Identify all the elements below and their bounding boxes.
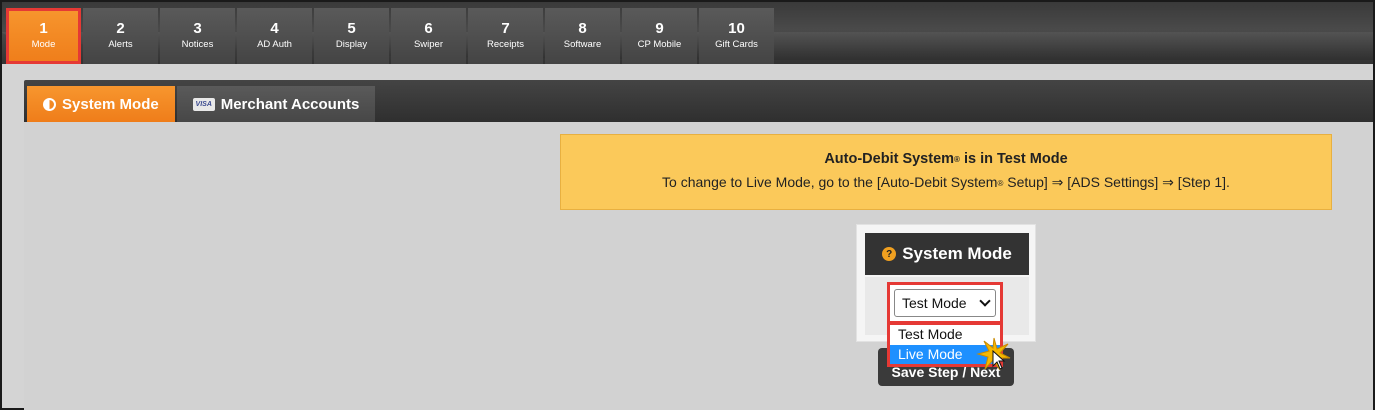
step-label: Notices bbox=[181, 39, 214, 50]
step-label: Swiper bbox=[413, 39, 444, 50]
help-icon[interactable]: ? bbox=[882, 247, 897, 261]
mode-select-highlight: Test Mode bbox=[887, 282, 1003, 324]
step-tab-receipts[interactable]: 7 Receipts bbox=[468, 8, 543, 64]
sub-tab-bar: System Mode VISA Merchant Accounts bbox=[24, 80, 1373, 122]
step-number: 9 bbox=[655, 20, 664, 37]
notice-title-text: Auto-Debit System bbox=[824, 151, 955, 167]
notice-body-text: Setup] ⇒ [ADS Settings] ⇒ [Step 1]. bbox=[1003, 174, 1230, 190]
notice-body: To change to Live Mode, go to the [Auto-… bbox=[561, 174, 1331, 191]
step-tab-software[interactable]: 8 Software bbox=[545, 8, 620, 64]
notice-title-text: is in Test Mode bbox=[959, 151, 1068, 167]
step-tabs: 1 Mode 2 Alerts 3 Notices 4 AD Auth 5 Di… bbox=[6, 8, 774, 64]
step-number: 6 bbox=[424, 20, 433, 37]
step-tab-mode[interactable]: 1 Mode bbox=[6, 8, 81, 64]
step-tab-alerts[interactable]: 2 Alerts bbox=[83, 8, 158, 64]
step-number: 2 bbox=[116, 20, 125, 37]
system-mode-header: ? System Mode bbox=[865, 233, 1029, 275]
step-label: CP Mobile bbox=[637, 39, 682, 50]
step-label: Alerts bbox=[108, 39, 133, 50]
step-label: Receipts bbox=[487, 39, 524, 50]
notice-title: Auto-Debit System® is in Test Mode bbox=[561, 151, 1331, 167]
mode-select-value: Test Mode bbox=[902, 295, 967, 311]
app-frame: 1 Mode 2 Alerts 3 Notices 4 AD Auth 5 Di… bbox=[0, 0, 1375, 410]
tab-system-mode[interactable]: System Mode bbox=[27, 86, 175, 122]
mouse-cursor-icon bbox=[992, 350, 1006, 370]
step-bar: 1 Mode 2 Alerts 3 Notices 4 AD Auth 5 Di… bbox=[2, 2, 1373, 64]
step-number: 1 bbox=[39, 20, 48, 37]
system-mode-title: System Mode bbox=[902, 244, 1012, 263]
step-tab-swiper[interactable]: 6 Swiper bbox=[391, 8, 466, 64]
step-number: 4 bbox=[270, 20, 279, 37]
step-label: AD Auth bbox=[257, 39, 292, 50]
visa-card-icon: VISA bbox=[192, 97, 215, 111]
tab-label: System Mode bbox=[62, 95, 159, 113]
step-label: Software bbox=[563, 39, 602, 50]
notice-body-text: To change to Live Mode, go to the [Auto-… bbox=[662, 174, 998, 190]
step-label: Display bbox=[335, 39, 368, 50]
sub-tabs: System Mode VISA Merchant Accounts bbox=[27, 86, 376, 122]
step-label: Mode bbox=[31, 39, 56, 50]
chevron-down-icon bbox=[979, 295, 991, 307]
half-circle-icon bbox=[43, 97, 56, 111]
step-tab-notices[interactable]: 3 Notices bbox=[160, 8, 235, 64]
mode-select[interactable]: Test Mode bbox=[894, 289, 996, 317]
content-panel: System Mode VISA Merchant Accounts Auto-… bbox=[24, 80, 1373, 410]
step-number: 5 bbox=[347, 20, 356, 37]
step-tab-display[interactable]: 5 Display bbox=[314, 8, 389, 64]
step-number: 8 bbox=[578, 20, 587, 37]
tab-label: Merchant Accounts bbox=[220, 95, 360, 113]
step-tab-ad-auth[interactable]: 4 AD Auth bbox=[237, 8, 312, 64]
step-tab-cp-mobile[interactable]: 9 CP Mobile bbox=[622, 8, 697, 64]
tab-merchant-accounts[interactable]: VISA Merchant Accounts bbox=[176, 86, 376, 122]
step-number: 7 bbox=[501, 20, 510, 37]
step-number: 10 bbox=[728, 20, 745, 37]
step-label: Gift Cards bbox=[715, 39, 758, 50]
step-number: 3 bbox=[193, 20, 202, 37]
test-mode-notice: Auto-Debit System® is in Test Mode To ch… bbox=[560, 134, 1332, 210]
step-tab-gift-cards[interactable]: 10 Gift Cards bbox=[699, 8, 774, 64]
